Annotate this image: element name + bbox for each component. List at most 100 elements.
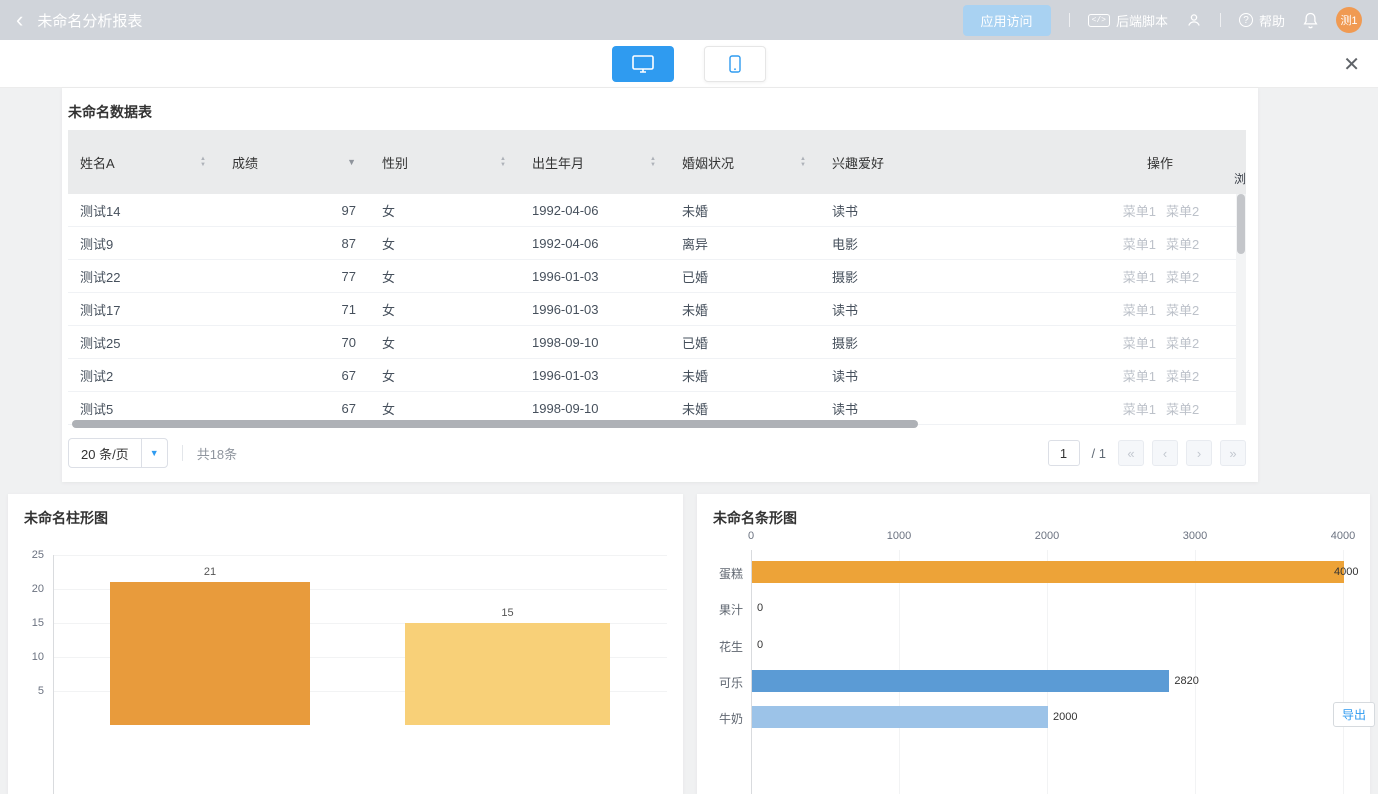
table-cell: 77 xyxy=(220,260,370,292)
row-action-menu1[interactable]: 菜单1 xyxy=(1123,234,1156,253)
table-cell: 测试25 xyxy=(68,326,220,358)
table-cell: 摄影 xyxy=(820,260,1086,292)
table-cell: 87 xyxy=(220,227,370,259)
column-label: 姓名A xyxy=(80,153,115,172)
row-action-menu2[interactable]: 菜单2 xyxy=(1166,234,1199,253)
sort-icon[interactable]: ▲▼ xyxy=(500,156,506,168)
column-label: 婚姻状况 xyxy=(682,153,734,172)
bar-value-label: 21 xyxy=(110,566,310,578)
bar-value-label: 15 xyxy=(405,607,610,619)
column-header-4[interactable]: 出生年月 ▲▼ xyxy=(520,130,670,194)
divider xyxy=(1069,13,1070,27)
table-cell: 女 xyxy=(370,194,520,226)
y-axis-line xyxy=(53,555,54,794)
next-page-button[interactable]: › xyxy=(1186,440,1212,466)
gridline xyxy=(1195,550,1196,794)
row-action-menu1[interactable]: 菜单1 xyxy=(1123,333,1156,352)
last-page-button[interactable]: » xyxy=(1220,440,1246,466)
page-size-select[interactable]: 20 条/页 ▼ xyxy=(68,438,168,468)
table-cell: 读书 xyxy=(820,359,1086,391)
row-action-menu1[interactable]: 菜单1 xyxy=(1123,267,1156,286)
back-icon[interactable]: ‹ xyxy=(16,9,23,31)
table-row: 测试1497女1992-04-06未婚读书菜单1菜单2 xyxy=(68,194,1236,227)
close-icon[interactable]: ✕ xyxy=(1343,52,1360,77)
category-label: 果汁 xyxy=(703,601,743,618)
table-row: 测试2277女1996-01-03已婚摄影菜单1菜单2 xyxy=(68,260,1236,293)
column-header-6[interactable]: 兴趣爱好 xyxy=(820,130,1086,194)
column-label: 性别 xyxy=(382,153,408,172)
vertical-scrollbar[interactable] xyxy=(1236,194,1246,425)
page-number-input[interactable]: 1 xyxy=(1048,440,1080,466)
row-action-menu2[interactable]: 菜单2 xyxy=(1166,267,1199,286)
filter-icon[interactable]: ▼ xyxy=(347,157,356,167)
row-action-menu1[interactable]: 菜单1 xyxy=(1123,300,1156,319)
row-actions-cell: 菜单1 菜单2 xyxy=(1086,293,1236,325)
column-label: 操作 xyxy=(1147,153,1173,172)
table-cell: 测试9 xyxy=(68,227,220,259)
total-count: 共18条 xyxy=(197,444,237,463)
table-cell: 测试22 xyxy=(68,260,220,292)
table-cell: 测试2 xyxy=(68,359,220,391)
code-icon: </> xyxy=(1088,14,1110,27)
x-tick-label: 3000 xyxy=(1183,530,1207,542)
y-tick-label: 5 xyxy=(16,685,44,697)
row-action-menu2[interactable]: 菜单2 xyxy=(1166,201,1199,220)
table-cell: 未婚 xyxy=(670,359,820,391)
column-header-5[interactable]: 婚姻状况 ▲▼ xyxy=(670,130,820,194)
horizontal-scrollbar[interactable] xyxy=(68,419,1246,429)
avatar[interactable]: 测1 xyxy=(1336,7,1362,33)
table-cell: 71 xyxy=(220,293,370,325)
row-action-menu1[interactable]: 菜单1 xyxy=(1123,399,1156,418)
row-action-menu2[interactable]: 菜单2 xyxy=(1166,399,1199,418)
row-action-menu1[interactable]: 菜单1 xyxy=(1123,366,1156,385)
horizontal-bar xyxy=(752,706,1048,728)
column-header-3[interactable]: 性别 ▲▼ xyxy=(370,130,520,194)
first-page-button[interactable]: « xyxy=(1118,440,1144,466)
horizontal-scrollbar-thumb[interactable] xyxy=(72,420,918,428)
row-action-menu2[interactable]: 菜单2 xyxy=(1166,300,1199,319)
members-icon[interactable] xyxy=(1186,12,1202,28)
table-cell: 摄影 xyxy=(820,326,1086,358)
row-action-menu1[interactable]: 菜单1 xyxy=(1123,201,1156,220)
desktop-preview-button[interactable] xyxy=(612,46,674,82)
row-action-menu2[interactable]: 菜单2 xyxy=(1166,366,1199,385)
pagination-bar: 20 条/页 ▼ 共18条 1 / 1 « ‹ › » xyxy=(68,437,1246,469)
table-row: 测试267女1996-01-03未婚读书菜单1菜单2 xyxy=(68,359,1236,392)
divider xyxy=(1220,13,1221,27)
topbar-actions: 应用访问 </> 后端脚本 ? 帮助 测1 xyxy=(963,5,1362,36)
row-action-menu2[interactable]: 菜单2 xyxy=(1166,333,1199,352)
table-cell: 女 xyxy=(370,326,520,358)
corner-fragment-button[interactable]: 导出 xyxy=(1333,702,1375,727)
table-cell: 读书 xyxy=(820,293,1086,325)
column-header-1[interactable]: 姓名A ▲▼ xyxy=(68,130,220,194)
question-icon: ? xyxy=(1239,13,1253,27)
bell-icon[interactable] xyxy=(1303,12,1318,29)
table-cell: 女 xyxy=(370,227,520,259)
category-label: 牛奶 xyxy=(703,710,743,727)
column-chart: 5101520252115 xyxy=(8,494,683,794)
mobile-preview-button[interactable] xyxy=(704,46,766,82)
x-tick-label: 2000 xyxy=(1035,530,1059,542)
sort-icon[interactable]: ▲▼ xyxy=(200,156,206,168)
help-button[interactable]: ? 帮助 xyxy=(1239,11,1285,30)
column-label: 兴趣爱好 xyxy=(832,153,884,172)
horizontal-bar xyxy=(752,561,1344,583)
y-tick-label: 25 xyxy=(16,549,44,561)
table-cell: 70 xyxy=(220,326,370,358)
column-label: 出生年月 xyxy=(532,153,584,172)
bar-value-label: 2820 xyxy=(1174,675,1198,687)
prev-page-button[interactable]: ‹ xyxy=(1152,440,1178,466)
column-header-2[interactable]: 成绩▼ xyxy=(220,130,370,194)
table-cell: 67 xyxy=(220,359,370,391)
help-label: 帮助 xyxy=(1259,11,1285,30)
table-cell: 女 xyxy=(370,359,520,391)
vertical-scrollbar-thumb[interactable] xyxy=(1237,194,1245,254)
app-access-button[interactable]: 应用访问 xyxy=(963,5,1051,36)
column-header-7[interactable]: 操作 xyxy=(1086,130,1236,194)
backend-script-button[interactable]: </> 后端脚本 xyxy=(1088,11,1168,30)
table-row: 测试2570女1998-09-10已婚摄影菜单1菜单2 xyxy=(68,326,1236,359)
table-header-row: 浏 姓名A▲▼成绩▼性别▲▼出生年月▲▼婚姻状况▲▼兴趣爱好操作 xyxy=(68,130,1246,194)
sort-icon[interactable]: ▲▼ xyxy=(650,156,656,168)
sort-icon[interactable]: ▲▼ xyxy=(800,156,806,168)
row-actions-cell: 菜单1 菜单2 xyxy=(1086,194,1236,226)
